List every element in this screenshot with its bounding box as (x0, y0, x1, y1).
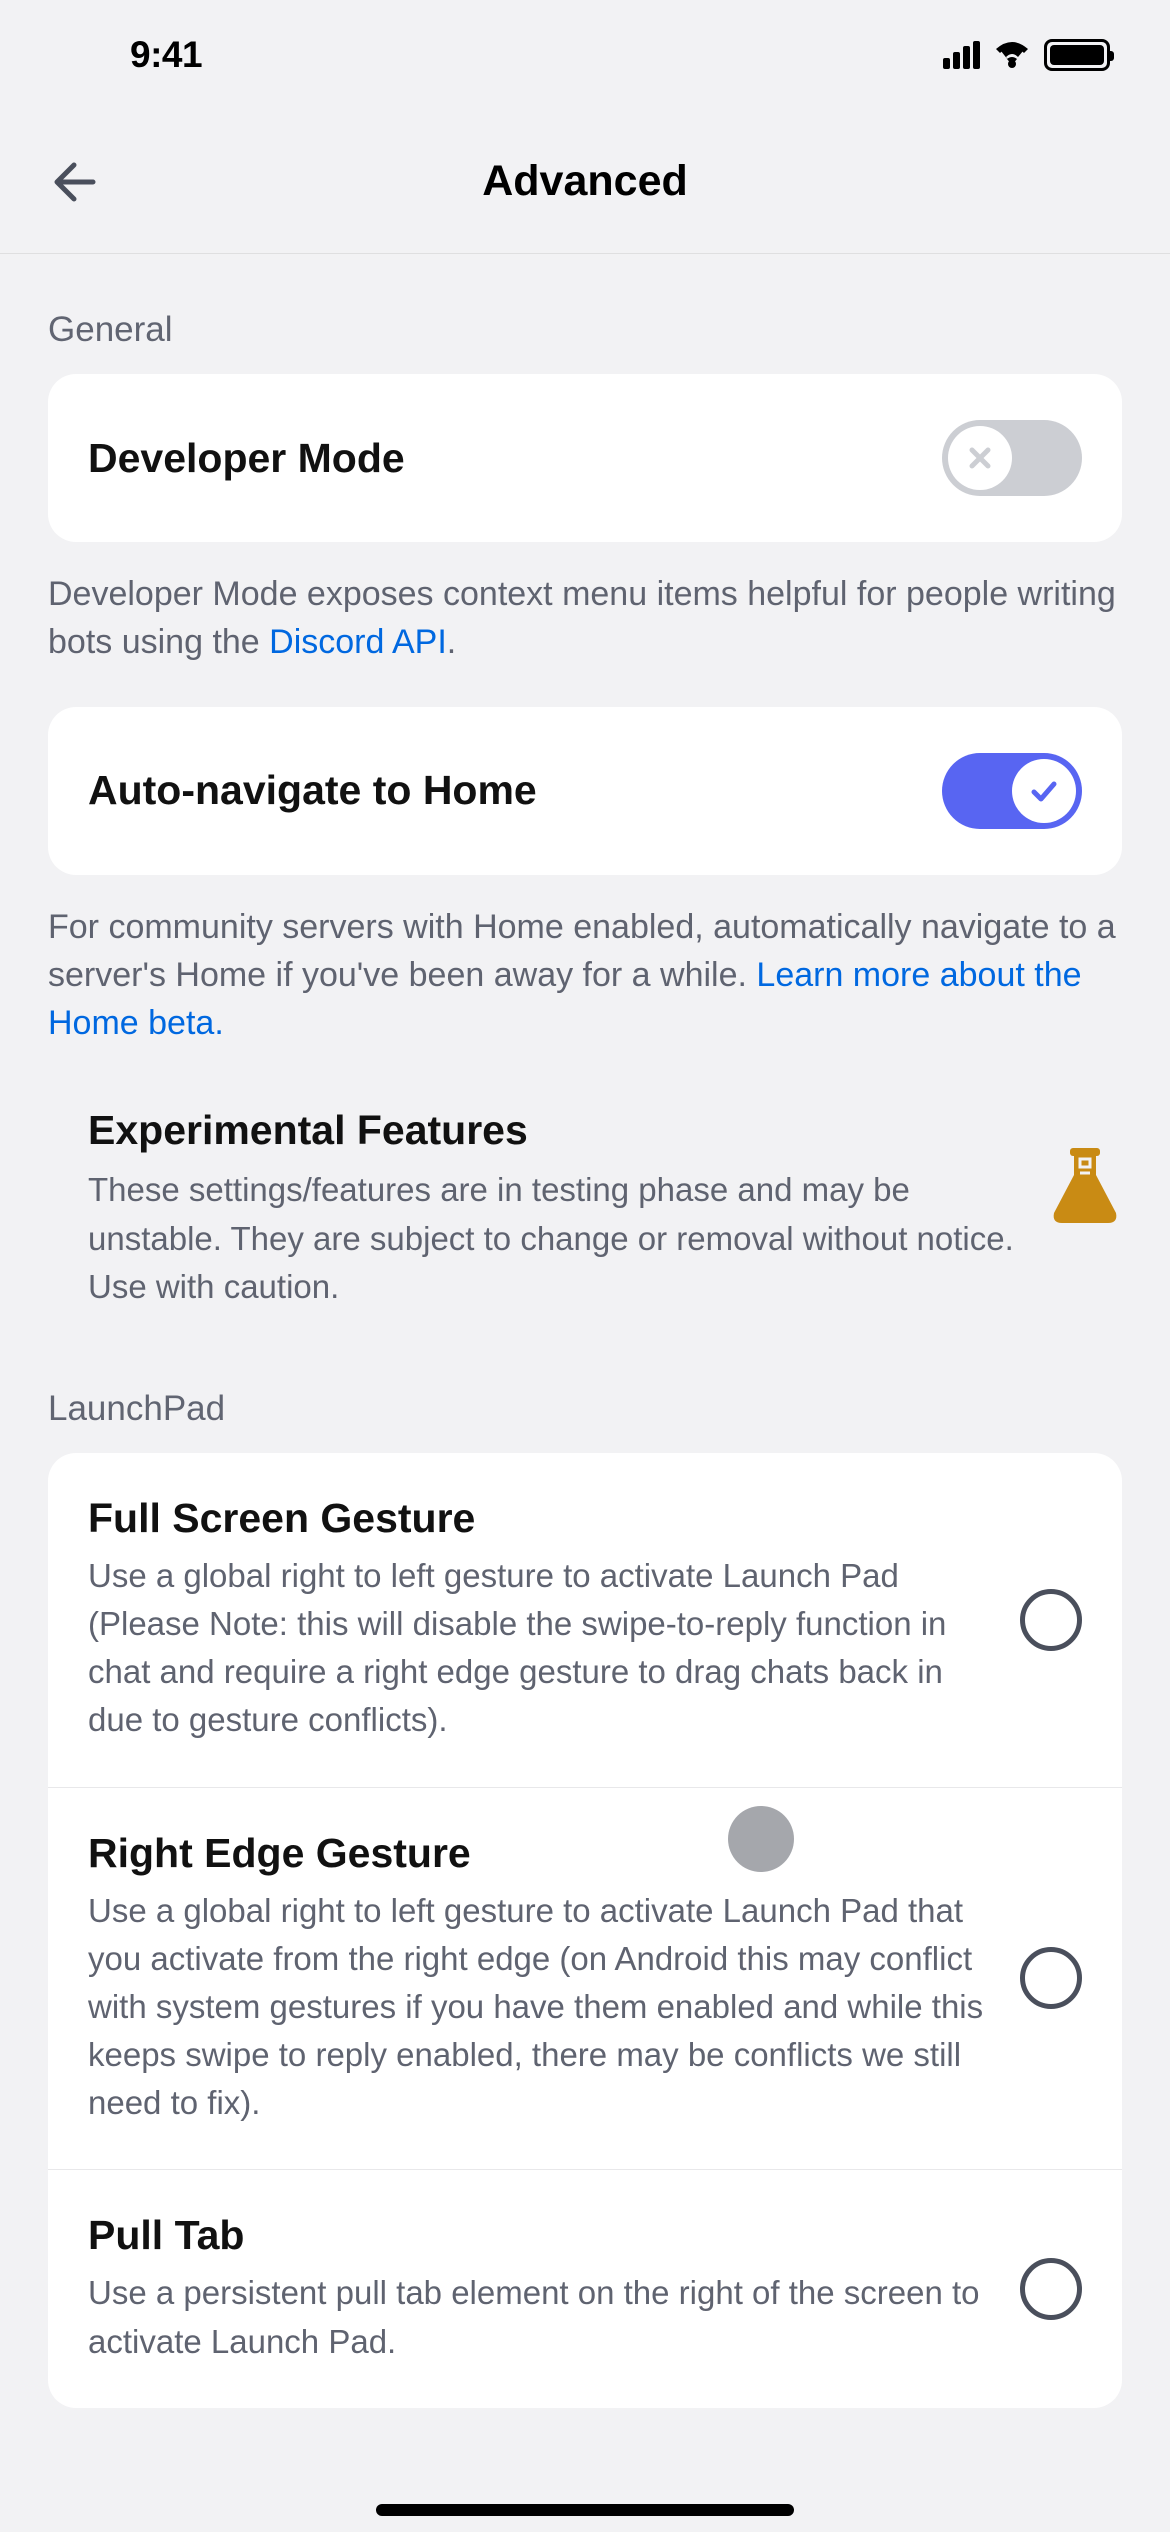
developer-mode-row[interactable]: Developer Mode (48, 374, 1122, 542)
experimental-title: Experimental Features (88, 1107, 1020, 1154)
experimental-description: These settings/features are in testing p… (88, 1166, 1020, 1311)
experimental-section: Experimental Features These settings/fea… (0, 1047, 1170, 1333)
auto-navigate-toggle[interactable] (942, 753, 1082, 829)
back-button[interactable] (44, 152, 104, 212)
cellular-signal-icon (943, 41, 980, 69)
wifi-icon (994, 41, 1030, 69)
status-icons (943, 39, 1110, 71)
right-edge-gesture-desc: Use a global right to left gesture to ac… (88, 1887, 992, 2128)
auto-navigate-card: Auto-navigate to Home (48, 707, 1122, 875)
battery-icon (1044, 39, 1110, 71)
x-icon (965, 443, 995, 473)
content: General Developer Mode Developer Mode ex… (0, 254, 1170, 2408)
pull-tab-desc: Use a persistent pull tab element on the… (88, 2269, 992, 2365)
nav-header: Advanced (0, 110, 1170, 254)
home-indicator[interactable] (376, 2504, 794, 2516)
check-icon (1028, 775, 1060, 807)
page-title: Advanced (482, 157, 688, 206)
pull-tab-title: Pull Tab (88, 2212, 992, 2259)
full-screen-gesture-desc: Use a global right to left gesture to ac… (88, 1552, 992, 1745)
right-edge-gesture-title: Right Edge Gesture (88, 1830, 992, 1877)
right-edge-gesture-option[interactable]: Right Edge Gesture Use a global right to… (48, 1788, 1122, 2171)
pull-tab-radio[interactable] (1020, 2258, 1082, 2320)
launchpad-card: Full Screen Gesture Use a global right t… (48, 1453, 1122, 2408)
right-edge-gesture-radio[interactable] (1020, 1947, 1082, 2009)
pull-tab-option[interactable]: Pull Tab Use a persistent pull tab eleme… (48, 2170, 1122, 2407)
section-header-general: General (0, 254, 1170, 374)
auto-navigate-description: For community servers with Home enabled,… (0, 875, 1170, 1048)
full-screen-gesture-title: Full Screen Gesture (88, 1495, 992, 1542)
flask-icon (1048, 1145, 1122, 1234)
full-screen-gesture-option[interactable]: Full Screen Gesture Use a global right t… (48, 1453, 1122, 1788)
developer-mode-label: Developer Mode (88, 435, 405, 482)
developer-mode-toggle[interactable] (942, 420, 1082, 496)
status-time: 9:41 (130, 34, 202, 76)
discord-api-link[interactable]: Discord API (269, 623, 447, 661)
full-screen-gesture-radio[interactable] (1020, 1589, 1082, 1651)
section-header-launchpad: LaunchPad (0, 1333, 1170, 1453)
status-bar: 9:41 (0, 0, 1170, 110)
auto-navigate-row[interactable]: Auto-navigate to Home (48, 707, 1122, 875)
developer-mode-description: Developer Mode exposes context menu item… (0, 542, 1170, 667)
developer-mode-card: Developer Mode (48, 374, 1122, 542)
arrow-left-icon (49, 157, 99, 207)
auto-navigate-label: Auto-navigate to Home (88, 767, 537, 814)
